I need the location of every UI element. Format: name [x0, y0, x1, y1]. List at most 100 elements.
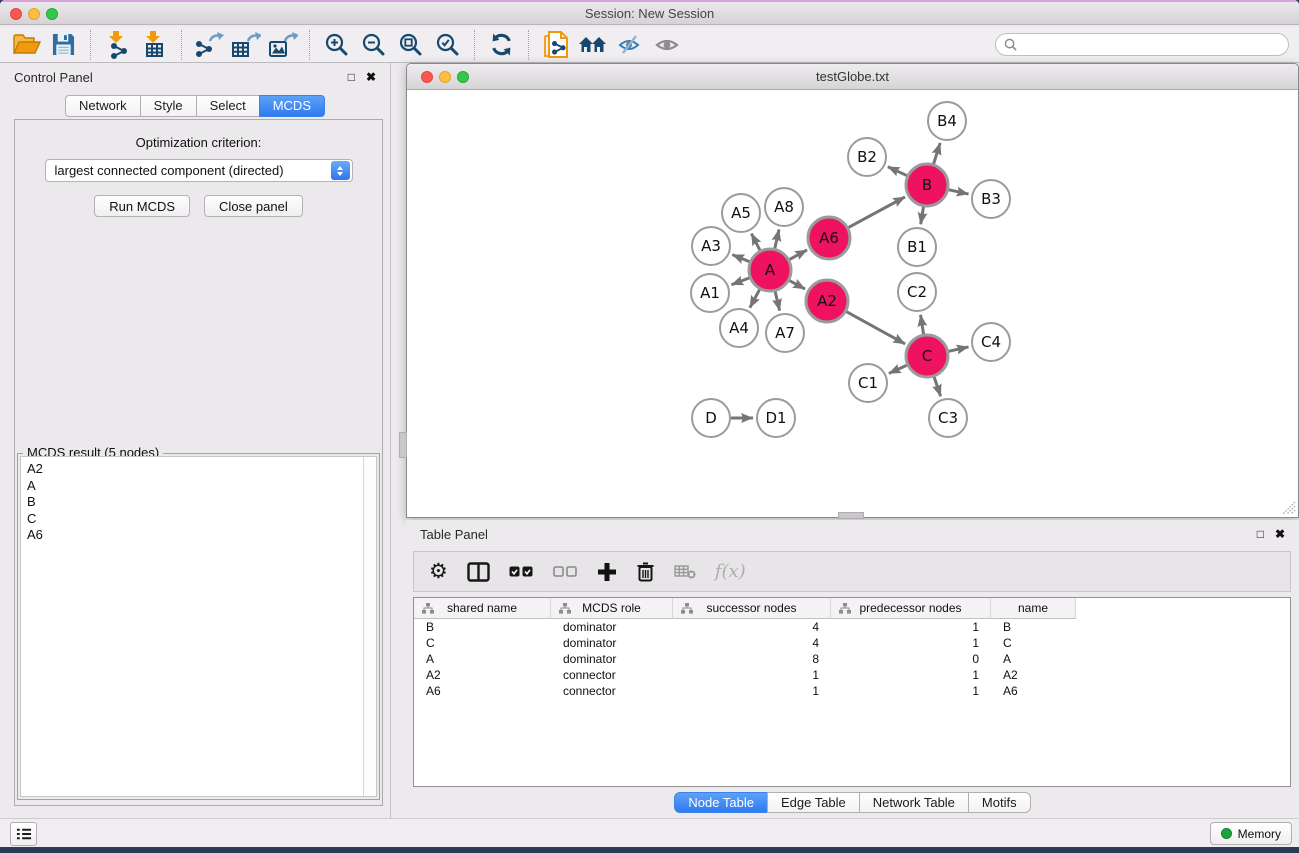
- table-row[interactable]: A2connector11A2: [414, 667, 1290, 683]
- hide-selected-button[interactable]: [611, 30, 648, 60]
- table-cell[interactable]: 8: [673, 651, 831, 667]
- graph-node-C3[interactable]: C3: [929, 399, 967, 437]
- table-cell[interactable]: A6: [991, 683, 1076, 699]
- table-cell[interactable]: 1: [673, 683, 831, 699]
- search-field[interactable]: [995, 33, 1289, 56]
- vertical-splitter-handle[interactable]: [399, 432, 407, 458]
- graph-edge-A-A2[interactable]: [789, 281, 805, 290]
- table-cell[interactable]: A: [414, 651, 551, 667]
- graph-node-A3[interactable]: A3: [692, 227, 730, 265]
- import-table-button[interactable]: [136, 30, 173, 60]
- graph-node-C[interactable]: C: [906, 335, 948, 377]
- column-header-successor-nodes[interactable]: successor nodes: [673, 598, 831, 619]
- table-cell[interactable]: 1: [831, 667, 991, 683]
- graph-edge-B-B3[interactable]: [948, 190, 968, 194]
- search-input[interactable]: [1022, 38, 1280, 52]
- graph-node-B[interactable]: B: [906, 164, 948, 206]
- graph-node-A2[interactable]: A2: [806, 280, 848, 322]
- run-mcds-button[interactable]: Run MCDS: [94, 195, 190, 217]
- open-session-button[interactable]: [8, 30, 45, 60]
- show-all-button[interactable]: [574, 30, 611, 60]
- graph-edge-C-C4[interactable]: [948, 347, 968, 351]
- graph-edge-A-A4[interactable]: [750, 289, 760, 307]
- export-network-button[interactable]: [190, 30, 227, 60]
- table-cell[interactable]: 1: [831, 683, 991, 699]
- table-cell[interactable]: A2: [991, 667, 1076, 683]
- table-cell[interactable]: dominator: [551, 635, 673, 651]
- list-scrollbar[interactable]: [363, 457, 376, 796]
- graph-node-A8[interactable]: A8: [765, 188, 803, 226]
- graph-edge-A-A1[interactable]: [731, 278, 749, 285]
- zoom-fit-button[interactable]: [392, 30, 429, 60]
- graph-edge-A6-B[interactable]: [848, 197, 905, 228]
- graph-edge-C-C3[interactable]: [934, 377, 941, 396]
- zoom-out-button[interactable]: [355, 30, 392, 60]
- table-cell[interactable]: 1: [831, 635, 991, 651]
- table-cell[interactable]: 4: [673, 635, 831, 651]
- save-session-button[interactable]: [45, 30, 82, 60]
- column-header-MCDS-role[interactable]: MCDS role: [551, 598, 673, 619]
- graph-node-A6[interactable]: A6: [808, 217, 850, 259]
- table-settings-button[interactable]: ⚙: [429, 561, 448, 582]
- graph-edge-A2-C[interactable]: [846, 312, 905, 344]
- add-column-button[interactable]: [597, 562, 617, 582]
- graph-edge-A-A7[interactable]: [775, 291, 780, 310]
- tab-edge-table[interactable]: Edge Table: [767, 792, 860, 813]
- column-header-name[interactable]: name: [991, 598, 1076, 619]
- table-cell[interactable]: 1: [673, 667, 831, 683]
- zoom-selected-button[interactable]: [429, 30, 466, 60]
- export-image-button[interactable]: [264, 30, 301, 60]
- table-cell[interactable]: A6: [414, 683, 551, 699]
- graph-node-C2[interactable]: C2: [898, 273, 936, 311]
- close-panel-icon[interactable]: ✖: [366, 71, 376, 83]
- graph-node-D1[interactable]: D1: [757, 399, 795, 437]
- table-cell[interactable]: 1: [831, 619, 991, 635]
- tab-select[interactable]: Select: [196, 95, 260, 117]
- graph-node-C1[interactable]: C1: [849, 364, 887, 402]
- table-cell[interactable]: connector: [551, 667, 673, 683]
- graph-node-A5[interactable]: A5: [722, 194, 760, 232]
- mcds-result-item[interactable]: A2: [27, 461, 363, 478]
- graph-node-B3[interactable]: B3: [972, 180, 1010, 218]
- tab-node-table[interactable]: Node Table: [674, 792, 768, 813]
- select-all-columns-button[interactable]: [509, 566, 534, 577]
- graph-edge-B-B4[interactable]: [934, 143, 941, 164]
- table-row[interactable]: Cdominator41C: [414, 635, 1290, 651]
- graph-node-A7[interactable]: A7: [766, 314, 804, 352]
- table-cell[interactable]: dominator: [551, 651, 673, 667]
- table-cell[interactable]: B: [991, 619, 1076, 635]
- resize-grip-icon[interactable]: [1283, 502, 1296, 515]
- split-panel-button[interactable]: [467, 562, 490, 582]
- tab-mcds[interactable]: MCDS: [259, 95, 325, 117]
- mcds-result-item[interactable]: C: [27, 511, 363, 528]
- graph-node-A4[interactable]: A4: [720, 309, 758, 347]
- mcds-result-item[interactable]: B: [27, 494, 363, 511]
- graph-node-C4[interactable]: C4: [972, 323, 1010, 361]
- deselect-all-columns-button[interactable]: [553, 566, 578, 577]
- table-cell[interactable]: B: [414, 619, 551, 635]
- delete-column-button[interactable]: [636, 561, 655, 582]
- graph-node-B4[interactable]: B4: [928, 102, 966, 140]
- table-row[interactable]: A6connector11A6: [414, 683, 1290, 699]
- criterion-dropdown[interactable]: largest connected component (directed): [45, 159, 353, 182]
- graph-edge-A-A6[interactable]: [789, 250, 807, 260]
- graph-edge-C-C2[interactable]: [921, 315, 924, 335]
- table-row[interactable]: Bdominator41B: [414, 619, 1290, 635]
- graph-node-A[interactable]: A: [749, 249, 791, 291]
- table-cell[interactable]: dominator: [551, 619, 673, 635]
- tab-motifs[interactable]: Motifs: [968, 792, 1031, 813]
- import-network-button[interactable]: [99, 30, 136, 60]
- open-network-file-button[interactable]: [537, 30, 574, 60]
- graph-edge-B-B1[interactable]: [921, 207, 924, 225]
- float-panel-icon[interactable]: □: [348, 71, 355, 83]
- show-selected-button[interactable]: [648, 30, 685, 60]
- mcds-result-item[interactable]: A: [27, 478, 363, 495]
- table-cell[interactable]: A2: [414, 667, 551, 683]
- graph-node-A1[interactable]: A1: [691, 274, 729, 312]
- table-cell[interactable]: connector: [551, 683, 673, 699]
- tab-network-table[interactable]: Network Table: [859, 792, 969, 813]
- memory-button[interactable]: Memory: [1210, 822, 1292, 845]
- graph-node-D[interactable]: D: [692, 399, 730, 437]
- graph-edge-B-B2[interactable]: [888, 167, 907, 176]
- graph-edge-A-A5[interactable]: [751, 233, 760, 250]
